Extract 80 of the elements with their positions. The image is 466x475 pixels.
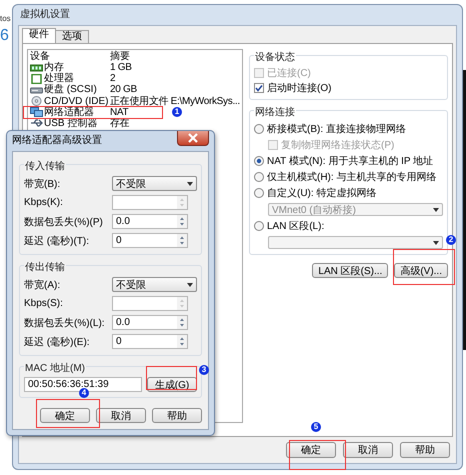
- highlight-frame: [36, 399, 100, 428]
- option-label: LAN 区段(L):: [267, 220, 324, 233]
- spin-arrows-icon: [177, 234, 187, 247]
- field-label: 带宽(A):: [24, 278, 62, 292]
- spin-field[interactable]: 0.0: [112, 315, 188, 330]
- spin-arrows-icon: [177, 335, 187, 348]
- disc-icon: [30, 96, 43, 106]
- highlight-frame: [289, 440, 346, 470]
- field-label: 数据包丢失(%)(L):: [24, 316, 106, 330]
- field-label: 延迟 (毫秒)(E):: [24, 336, 91, 348]
- dialog-title: 网络适配器高级设置: [12, 134, 102, 148]
- device-name[interactable]: CD/DVD (IDE): [44, 96, 108, 107]
- option-label: 复制物理网络连接状态(P): [281, 138, 394, 152]
- group-title: 设备状态: [254, 50, 296, 64]
- radio-button[interactable]: [254, 221, 264, 231]
- dialog-button[interactable]: 帮助: [152, 408, 202, 423]
- spin-arrows-icon: [177, 316, 187, 329]
- memory-icon: [30, 62, 43, 72]
- device-summary: 存在: [110, 118, 130, 129]
- device-name[interactable]: 内存: [44, 62, 64, 73]
- dialog-button[interactable]: LAN 区段(S)...: [312, 263, 388, 278]
- dropdown[interactable]: 不受限: [112, 277, 197, 292]
- dialog-button[interactable]: 确定: [286, 442, 336, 458]
- column-header: 摘要: [110, 50, 131, 61]
- field-label: 延迟 (毫秒)(T):: [24, 234, 90, 248]
- tab[interactable]: 选项: [55, 30, 89, 43]
- spin-arrows-icon: [177, 297, 187, 310]
- column-header: 设备: [30, 50, 51, 61]
- spin-field[interactable]: 0: [112, 334, 188, 349]
- option-label: 仅主机模式(H): 与主机共享的专用网络: [267, 170, 436, 184]
- dialog-button[interactable]: 取消: [96, 408, 146, 423]
- field-label: 数据包丢失(%)(P): [24, 216, 104, 228]
- field-label: 带宽(B):: [24, 178, 62, 190]
- radio-button[interactable]: [254, 156, 264, 166]
- device-summary: 1 GB: [110, 62, 132, 73]
- device-name[interactable]: 处理器: [44, 73, 74, 84]
- caret-icon: [433, 240, 439, 244]
- dialog-button[interactable]: 帮助: [400, 442, 450, 458]
- highlight-frame: [146, 366, 197, 390]
- caret-icon: [187, 282, 193, 286]
- dialog-button[interactable]: 确定: [40, 408, 90, 423]
- option-label: 启动时连接(O): [267, 82, 332, 95]
- caret-icon: [433, 208, 439, 212]
- spin-field[interactable]: 0: [112, 233, 188, 248]
- device-summary: 20 GB: [110, 84, 137, 96]
- option-label: 桥接模式(B): 直接连接物理网络: [267, 122, 406, 136]
- network-icon: [30, 107, 43, 118]
- device-summary: 正在使用文件 E:\MyWorkSys...: [110, 96, 240, 107]
- close-button[interactable]: [177, 131, 209, 146]
- device-summary: NAT: [110, 106, 128, 118]
- tab[interactable]: 硬件: [22, 28, 56, 43]
- dialog-button[interactable]: 高级(V)...: [394, 263, 448, 278]
- device-name[interactable]: 硬盘 (SCSI): [44, 84, 97, 96]
- field-label: Kbps(S):: [24, 298, 64, 309]
- highlight-frame: [393, 249, 455, 285]
- group-title: 网络连接: [254, 105, 296, 119]
- device-summary: 2: [110, 73, 116, 84]
- spin-arrows-icon: [177, 215, 187, 228]
- group-title: MAC 地址(M): [24, 361, 86, 375]
- group-title: 传入传输: [24, 159, 66, 173]
- device-name[interactable]: 网络适配器: [44, 106, 94, 118]
- window-title: 虚拟机设置: [20, 9, 70, 20]
- chip-icon: [30, 74, 43, 84]
- usb-icon: [30, 118, 43, 128]
- background-text: tos: [0, 14, 12, 23]
- dropdown[interactable]: 不受限: [112, 176, 197, 191]
- dialog-button[interactable]: 取消: [343, 442, 393, 458]
- checkbox[interactable]: [254, 83, 264, 93]
- radio-button[interactable]: [254, 172, 264, 182]
- background-text: 6: [0, 27, 10, 45]
- option-label: 自定义(U): 特定虚拟网络: [267, 186, 376, 200]
- spin-field[interactable]: 0.0: [112, 214, 188, 229]
- radio-button[interactable]: [254, 124, 264, 134]
- spin-arrows-icon: [177, 196, 187, 209]
- field-label: Kbps(K):: [24, 197, 64, 208]
- option-label: NAT 模式(N): 用于共享主机的 IP 地址: [267, 154, 434, 168]
- caret-icon: [187, 182, 193, 186]
- radio-button[interactable]: [254, 188, 264, 198]
- option-label: 已连接(C): [267, 66, 311, 80]
- group-title: 传出传输: [24, 260, 66, 274]
